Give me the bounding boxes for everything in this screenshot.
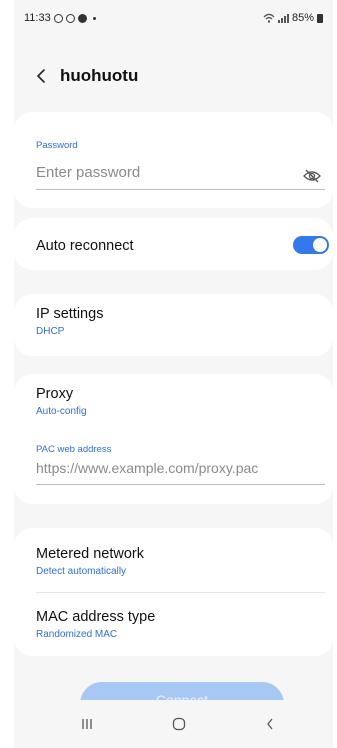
auto-reconnect-toggle[interactable] (293, 236, 329, 254)
status-left: 11:33 (24, 12, 96, 24)
ip-settings-label: IP settings (36, 306, 104, 322)
pac-address-input[interactable]: https://www.example.com/proxy.pac (36, 460, 325, 485)
proxy-value[interactable]: Auto-config (36, 406, 87, 417)
back-button[interactable] (26, 61, 56, 91)
pac-address-label: PAC web address (36, 444, 112, 455)
ip-settings-card[interactable]: IP settings DHCP (14, 294, 333, 356)
chat-icon (77, 13, 87, 23)
wifi-icon (263, 13, 275, 23)
recent-apps-icon (82, 719, 92, 729)
show-password-button[interactable] (301, 166, 323, 186)
page-title: huohuotu (60, 66, 139, 85)
proxy-label[interactable]: Proxy (36, 386, 73, 402)
more-notifications-icon (92, 16, 96, 20)
chevron-left-icon (36, 69, 45, 83)
mac-address-type-value[interactable]: Randomized MAC (36, 629, 117, 640)
divider (36, 592, 325, 593)
ip-settings-value: DHCP (36, 326, 65, 337)
password-card: Password Enter password (14, 112, 333, 208)
home-button[interactable] (164, 712, 194, 736)
navigation-bar (14, 700, 333, 748)
toggle-knob (313, 238, 327, 252)
phone-screen: 11:33 85% huohuotu Password Enter passwo… (14, 0, 333, 748)
metered-network-label[interactable]: Metered network (36, 546, 144, 562)
status-bar: 11:33 85% (14, 0, 333, 40)
proxy-card: Proxy Auto-config PAC web address https:… (14, 374, 333, 504)
home-icon (172, 717, 186, 731)
recent-apps-button[interactable] (72, 712, 102, 736)
auto-reconnect-label: Auto reconnect (36, 238, 134, 254)
signal-icon (277, 13, 289, 23)
status-right: 85% (263, 12, 323, 24)
password-label: Password (36, 140, 78, 151)
battery-percent: 85% (291, 12, 314, 24)
network-options-card: Metered network Detect automatically MAC… (14, 528, 333, 656)
header: huohuotu (14, 58, 138, 94)
eye-off-icon (303, 169, 321, 183)
password-input[interactable]: Enter password (36, 164, 325, 190)
auto-reconnect-card[interactable]: Auto reconnect (14, 218, 333, 270)
status-time: 11:33 (24, 12, 51, 24)
blocked-icon (53, 13, 63, 23)
back-nav-button[interactable] (255, 712, 285, 736)
battery-icon (317, 13, 323, 23)
mac-address-type-label[interactable]: MAC address type (36, 609, 155, 625)
minus-circle-icon (65, 13, 75, 23)
back-icon (267, 718, 273, 730)
metered-network-value[interactable]: Detect automatically (36, 566, 126, 577)
